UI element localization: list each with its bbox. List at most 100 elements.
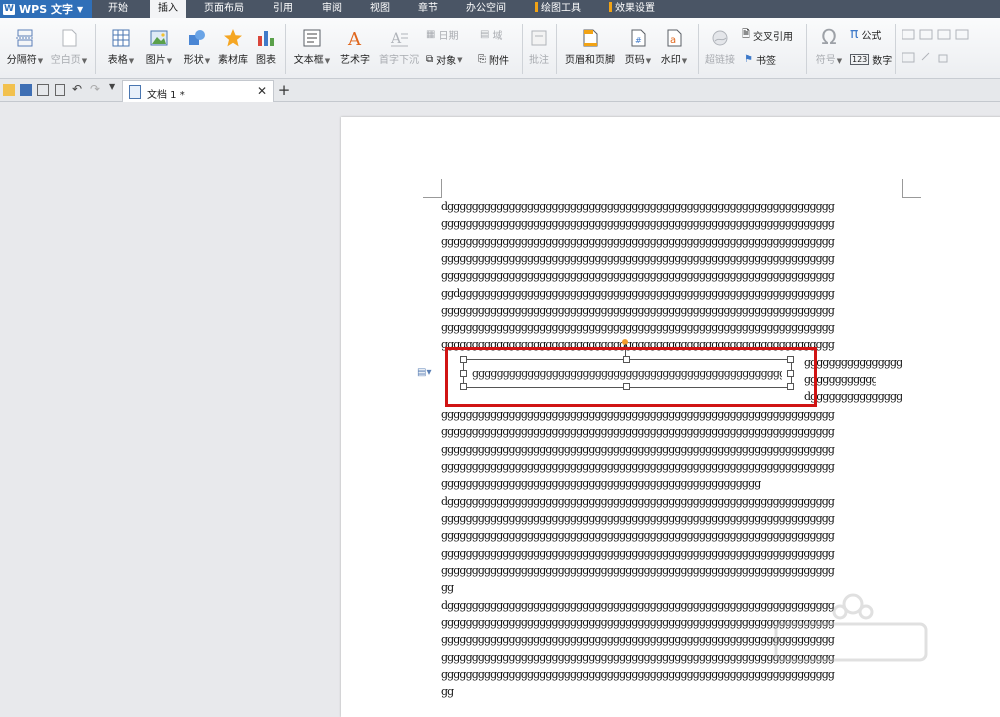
- symbol-label: 符号: [815, 55, 836, 66]
- textbox-button[interactable]: 文本框▼: [290, 28, 334, 66]
- chevron-down-icon: ▼: [76, 4, 84, 14]
- object-button[interactable]: ⧉ 对象 ▼: [426, 52, 463, 67]
- margin-corner-top-right: [902, 179, 921, 198]
- print-icon[interactable]: [37, 84, 49, 96]
- app-menu-button[interactable]: W WPS 文字 ▼: [0, 0, 92, 18]
- tab-office-space[interactable]: 办公空间: [460, 0, 512, 18]
- chart-icon: [258, 31, 274, 46]
- undo-icon[interactable]: ↶: [72, 82, 84, 96]
- tab-view[interactable]: 视图: [362, 0, 398, 18]
- field-button[interactable]: ▤ 域: [480, 27, 502, 42]
- text-line: gggggggggggggggggggggggggggggggggggggggg…: [441, 425, 835, 438]
- chart-label: 图表: [256, 55, 276, 66]
- close-icon[interactable]: ✕: [257, 84, 267, 98]
- tab-references[interactable]: 引用: [265, 0, 301, 18]
- shape-icon: [189, 30, 205, 45]
- text-line: gggggggggggggggggggggggggggggggggggggggg…: [441, 304, 835, 317]
- text-line-wrap: gggggggggggggggg: [804, 356, 902, 369]
- layout-options-icon[interactable]: ▤▾: [417, 367, 431, 378]
- divider: [556, 24, 557, 74]
- number-button[interactable]: 123 数字: [850, 52, 892, 67]
- text-line: gggggggggggggggggggggggggggggggggggggggg…: [441, 217, 835, 230]
- blank-page-button[interactable]: 空白页▼: [50, 28, 88, 66]
- text-line: gggggggggggggggggggggggggggggggggggggggg…: [441, 512, 835, 525]
- tab-effect-settings-label: 效果设置: [615, 3, 655, 14]
- document-tab[interactable]: 文档 1 * ✕: [122, 80, 274, 102]
- redo-icon[interactable]: ↷: [90, 82, 102, 96]
- page-number-label: 页码: [624, 55, 645, 66]
- chevron-down-icon: ▼: [836, 57, 843, 65]
- table-label: 表格: [107, 55, 128, 66]
- drop-cap-button[interactable]: A 首字下沉: [376, 28, 422, 66]
- text-line: gggggggggggggggggggggggggggggggggggggggg…: [441, 408, 835, 421]
- document-tab-title: 文档 1 *: [147, 90, 185, 101]
- text-line: gggggggggggggggggggggggggggggggggggggggg…: [441, 252, 835, 265]
- chevron-down-icon: ▼: [166, 57, 173, 65]
- customize-toolbar-icon[interactable]: ▼: [109, 82, 121, 94]
- picture-icon: [150, 30, 168, 46]
- material-library-button[interactable]: 素材库: [216, 28, 250, 66]
- tab-insert[interactable]: 插入: [150, 0, 186, 18]
- page-number-button[interactable]: # 页码▼: [622, 28, 654, 66]
- formula-label: 公式: [861, 30, 882, 42]
- tool-tab-marker: [609, 2, 612, 12]
- chart-button[interactable]: 图表: [252, 28, 280, 66]
- text-line: gggggggggggggggggggggggggggggggggggggggg…: [441, 321, 835, 334]
- tool-tab-marker: [535, 2, 538, 12]
- divider: [698, 24, 699, 74]
- text-line: gggggggggggggggggggggggggggggggggggggggg…: [441, 235, 835, 248]
- cross-reference-button[interactable]: 🗎 交叉引用: [742, 27, 793, 44]
- text-line-wrap: dgggggggggggggggg: [804, 390, 902, 403]
- symbol-button[interactable]: Ω 符号▼: [812, 26, 846, 66]
- wordart-label: 艺术字: [340, 55, 370, 66]
- header-footer-button[interactable]: 页眉和页脚: [561, 28, 619, 66]
- new-tab-button[interactable]: +: [276, 81, 292, 99]
- shape-button[interactable]: 形状▼: [180, 28, 214, 66]
- formula-button[interactable]: π 公式: [850, 26, 881, 42]
- tab-drawing-tools[interactable]: 绘图工具: [530, 0, 586, 18]
- blank-page-label: 空白页: [50, 55, 81, 66]
- text-line: gggggggggggggggggggggggggggggggggggggggg…: [441, 564, 835, 577]
- drop-cap-label: 首字下沉: [379, 55, 419, 66]
- divider: [95, 24, 96, 74]
- page-break-button[interactable]: 分隔符▼: [4, 28, 46, 66]
- chevron-down-icon: ▼: [645, 57, 652, 65]
- bookmark-label: 书签: [755, 56, 776, 67]
- divider: [285, 24, 286, 74]
- header-footer-icon: [583, 29, 598, 47]
- attachment-button[interactable]: ⎘ 附件: [478, 52, 509, 67]
- date-button[interactable]: ▦ 日期: [426, 27, 458, 42]
- number-icon: 123: [850, 54, 870, 65]
- chevron-down-icon: ▼: [128, 57, 135, 65]
- watermark-label: 水印: [660, 55, 681, 66]
- chevron-down-icon: ▼: [681, 57, 688, 65]
- hyperlink-label: 超链接: [705, 55, 735, 66]
- tab-start[interactable]: 开始: [100, 0, 136, 18]
- highlight-rectangle: [445, 347, 817, 407]
- tab-effect-settings[interactable]: 效果设置: [604, 0, 660, 18]
- watermark-button[interactable]: a 水印▼: [657, 28, 691, 66]
- bookmark-button[interactable]: ⚑ 书签: [744, 52, 776, 67]
- field-icon: ▤: [480, 29, 490, 40]
- header-footer-label: 页眉和页脚: [565, 55, 615, 66]
- cross-reference-icon: 🗎: [742, 29, 751, 40]
- hyperlink-button[interactable]: 超链接: [702, 28, 738, 66]
- comment-icon: [531, 30, 547, 46]
- wordart-button[interactable]: A 艺术字: [337, 28, 373, 66]
- text-line: gggggggggggggggggggggggggggggggggggggggg…: [441, 443, 835, 456]
- comment-button[interactable]: 批注: [526, 28, 552, 66]
- print-preview-icon[interactable]: [55, 84, 65, 96]
- tab-drawing-tools-label: 绘图工具: [541, 3, 581, 14]
- chevron-down-icon: ▼: [37, 57, 44, 65]
- form-controls-icons: [902, 29, 969, 63]
- save-icon[interactable]: [20, 84, 32, 96]
- divider: [806, 24, 807, 74]
- picture-button[interactable]: 图片▼: [142, 28, 176, 66]
- open-folder-icon[interactable]: [3, 84, 15, 96]
- table-button[interactable]: 表格▼: [104, 28, 138, 66]
- ribbon-insert: 分隔符▼ 空白页▼ 表格▼ 图片▼ 形状▼ 素材库 图表 文本框▼ A 艺术字 …: [0, 18, 1000, 79]
- tab-page-layout[interactable]: 页面布局: [200, 0, 248, 18]
- tab-review[interactable]: 审阅: [314, 0, 350, 18]
- tab-chapter[interactable]: 章节: [410, 0, 446, 18]
- textbox-label: 文本框: [293, 55, 324, 66]
